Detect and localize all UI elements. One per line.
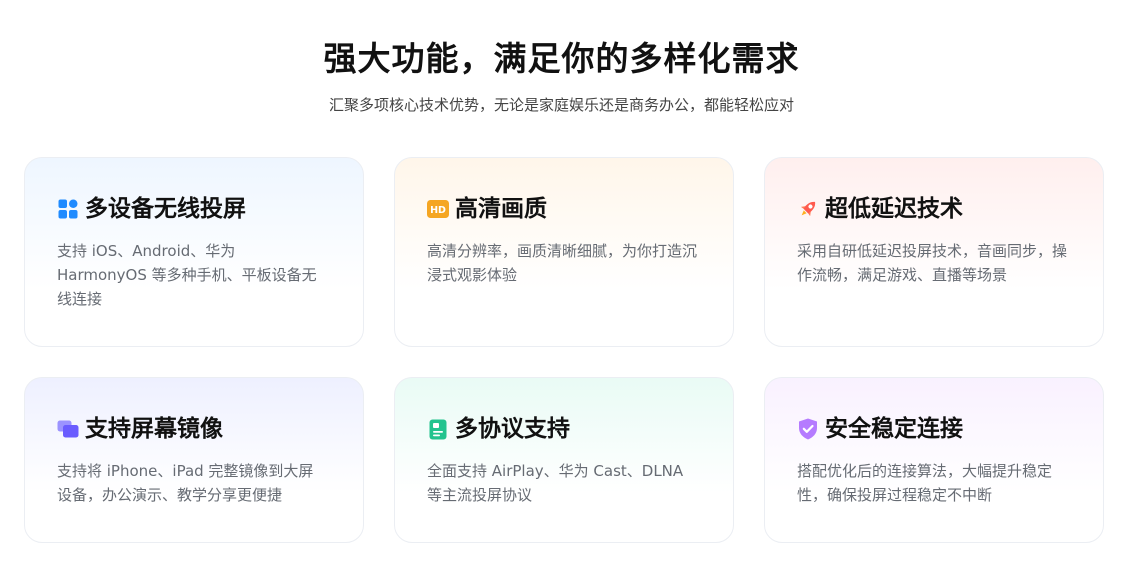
feature-grid: 多设备无线投屏 支持 iOS、Android、华为 HarmonyOS 等多种手… <box>24 157 1104 543</box>
feature-description: 搭配优化后的连接算法，大幅提升稳定性，确保投屏过程稳定不中断 <box>797 462 1053 504</box>
hd-icon-label: HD <box>430 205 446 216</box>
feature-card-low-latency: 超低延迟技术 采用自研低延迟投屏技术，音画同步，操作流畅，满足游戏、直播等场景 <box>764 157 1104 347</box>
hd-icon: HD <box>427 198 449 220</box>
feature-card-header: 多设备无线投屏 <box>57 194 331 224</box>
feature-card-header: HD 高清画质 <box>427 194 701 224</box>
mirror-screens-icon <box>57 418 79 440</box>
feature-title: 超低延迟技术 <box>825 196 963 222</box>
feature-card-header: 安全稳定连接 <box>797 414 1071 444</box>
feature-title: 安全稳定连接 <box>825 416 963 442</box>
shield-check-icon <box>797 418 819 440</box>
feature-card-multi-device: 多设备无线投屏 支持 iOS、Android、华为 HarmonyOS 等多种手… <box>24 157 364 347</box>
feature-description: 高清分辨率，画质清晰细腻，为你打造沉浸式观影体验 <box>427 242 698 284</box>
feature-card-secure-connection: 安全稳定连接 搭配优化后的连接算法，大幅提升稳定性，确保投屏过程稳定不中断 <box>764 377 1104 543</box>
feature-card-header: 超低延迟技术 <box>797 194 1071 224</box>
feature-card-header: 多协议支持 <box>427 414 701 444</box>
feature-card-header: 支持屏幕镜像 <box>57 414 331 444</box>
feature-title: 多协议支持 <box>455 416 570 442</box>
feature-card-screen-mirroring: 支持屏幕镜像 支持将 iPhone、iPad 完整镜像到大屏设备，办公演示、教学… <box>24 377 364 543</box>
feature-description: 采用自研低延迟投屏技术，音画同步，操作流畅，满足游戏、直播等场景 <box>797 242 1068 284</box>
page-title: 强大功能，满足你的多样化需求 <box>323 39 800 78</box>
feature-title: 多设备无线投屏 <box>85 196 246 222</box>
feature-description: 支持 iOS、Android、华为 HarmonyOS 等多种手机、平板设备无线… <box>57 242 317 308</box>
feature-title: 高清画质 <box>455 196 547 222</box>
feature-description: 支持将 iPhone、iPad 完整镜像到大屏设备，办公演示、教学分享更便捷 <box>57 462 314 504</box>
feature-description: 全面支持 AirPlay、华为 Cast、DLNA 等主流投屏协议 <box>427 462 684 504</box>
grid-apps-icon <box>57 198 79 220</box>
page-subtitle: 汇聚多项核心技术优势，无论是家庭娱乐还是商务办公，都能轻松应对 <box>328 96 794 114</box>
section-header: 强大功能，满足你的多样化需求 汇聚多项核心技术优势，无论是家庭娱乐还是商务办公，… <box>0 36 1123 116</box>
feature-title: 支持屏幕镜像 <box>85 416 223 442</box>
feature-card-multi-protocol: 多协议支持 全面支持 AirPlay、华为 Cast、DLNA 等主流投屏协议 <box>394 377 734 543</box>
rocket-icon <box>797 198 819 220</box>
document-icon <box>427 418 449 440</box>
feature-card-hd-quality: HD 高清画质 高清分辨率，画质清晰细腻，为你打造沉浸式观影体验 <box>394 157 734 347</box>
